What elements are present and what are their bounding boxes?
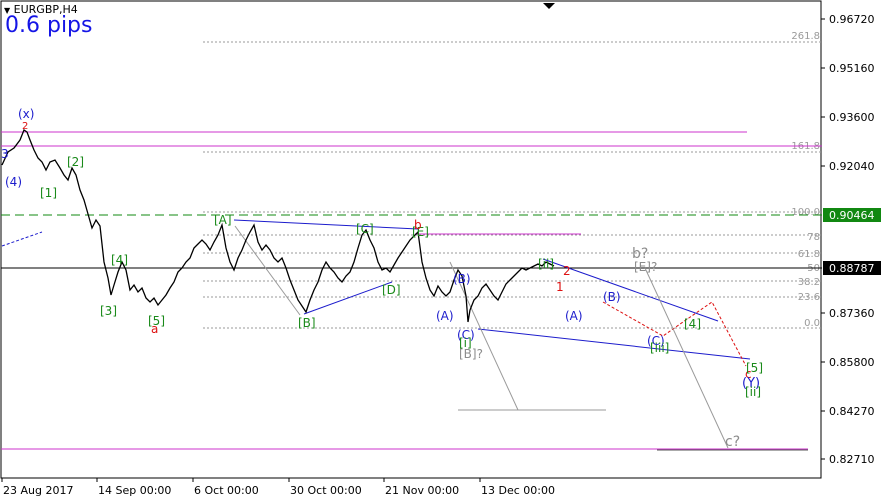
wave-label-B-paren: (B) [453, 272, 471, 286]
wave-label-ii-proj: [ii] [745, 385, 761, 399]
wave-label-a-red: a [151, 322, 158, 336]
shift-marker-icon[interactable] [543, 3, 555, 9]
wave-label-c-q: c? [725, 434, 740, 450]
fib-label-0: 0.0 [804, 318, 820, 329]
blue-dashed-trend[interactable] [1, 231, 43, 247]
triangle-lower-line[interactable] [303, 281, 393, 315]
channel-lower-line[interactable] [477, 328, 751, 360]
wave-label-B-br-q: [B]? [459, 347, 483, 361]
time-label-aug23: 23 Aug 2017 [3, 484, 73, 497]
wave-label-x: (x) [18, 107, 34, 121]
time-label-nov21: 21 Nov 00:00 [385, 484, 459, 497]
green-level-price: 0.90464 [829, 209, 875, 222]
time-label-sep14: 14 Sep 00:00 [98, 484, 171, 497]
wave-label-4-proj: [4] [684, 317, 701, 331]
time-label-oct6: 6 Oct 00:00 [194, 484, 259, 497]
triangle-upper-line[interactable] [233, 219, 419, 230]
gray-diag-line-a [234, 225, 301, 316]
wave-label-B-proj: (B) [603, 290, 621, 304]
price-tick-095160: 0.95160 [829, 62, 875, 75]
fib-label-61: 61.8 [798, 249, 820, 260]
wave-label-5-proj: [5] [746, 361, 763, 375]
price-chart[interactable]: 261.8 161.8 100.0 78 61.8 50 38.2 23.6 0… [0, 0, 884, 503]
price-tick-082710: 0.82710 [829, 453, 875, 466]
wave-label-2-br: [2] [67, 155, 84, 169]
time-axis [1, 478, 481, 482]
wave-label-4-paren: (4) [5, 175, 22, 189]
fib-level-labels: 261.8 161.8 100.0 78 61.8 50 38.2 23.6 0… [791, 31, 820, 329]
wave-label-1-br: [1] [40, 186, 57, 200]
wave-label-red-2: 2 [563, 264, 571, 278]
wave-label-A-paren: (A) [436, 309, 454, 323]
fib-label-100: 100.0 [791, 207, 820, 218]
wave-label-iii-br: [iii] [650, 341, 669, 355]
fib-label-78: 78 [807, 232, 820, 243]
price-tick-092040: 0.92040 [829, 160, 875, 173]
price-candles [1, 129, 555, 323]
price-tick-093600: 0.93600 [829, 111, 875, 124]
current-price-text: 0.88787 [829, 262, 875, 275]
wave-label-ii-br: [ii] [538, 257, 554, 271]
wave-label-D-br: [D] [382, 283, 401, 297]
time-label-oct30: 30 Oct 00:00 [290, 484, 362, 497]
wave-label-3: 3 [1, 147, 9, 161]
wave-label-4-br: [4] [111, 253, 128, 267]
wave-label-3-br: [3] [100, 304, 117, 318]
wave-label-C-br: [C] [356, 222, 374, 236]
wave-label-E-q: [E]? [634, 260, 657, 274]
price-tick-087360: 0.87360 [829, 307, 875, 320]
wave-label-A-proj: (A) [565, 309, 583, 323]
time-label-dec13: 13 Dec 00:00 [481, 484, 555, 497]
fib-label-23: 23.6 [798, 292, 820, 303]
wave-label-red-1: 1 [556, 280, 564, 294]
fib-levels [203, 41, 822, 329]
wave-label-B-br: [B] [298, 316, 316, 330]
gray-diag-line-c [644, 267, 729, 449]
fib-label-38: 38.2 [798, 277, 820, 288]
wave-label-red-2-top: 2 [22, 121, 28, 132]
price-axis [821, 18, 825, 460]
wave-label-b-red: b [414, 218, 422, 232]
price-tick-084270: 0.84270 [829, 405, 875, 418]
wave-label-A-br: [A] [214, 213, 232, 227]
price-tick-085800: 0.85800 [829, 356, 875, 369]
fib-label-261: 261.8 [791, 31, 820, 42]
price-tick-096720: 0.96720 [829, 13, 875, 26]
chart-window[interactable]: ▼ EURGBP,H4 0.6 pips 261.8 161.8 100.0 7… [0, 0, 884, 503]
